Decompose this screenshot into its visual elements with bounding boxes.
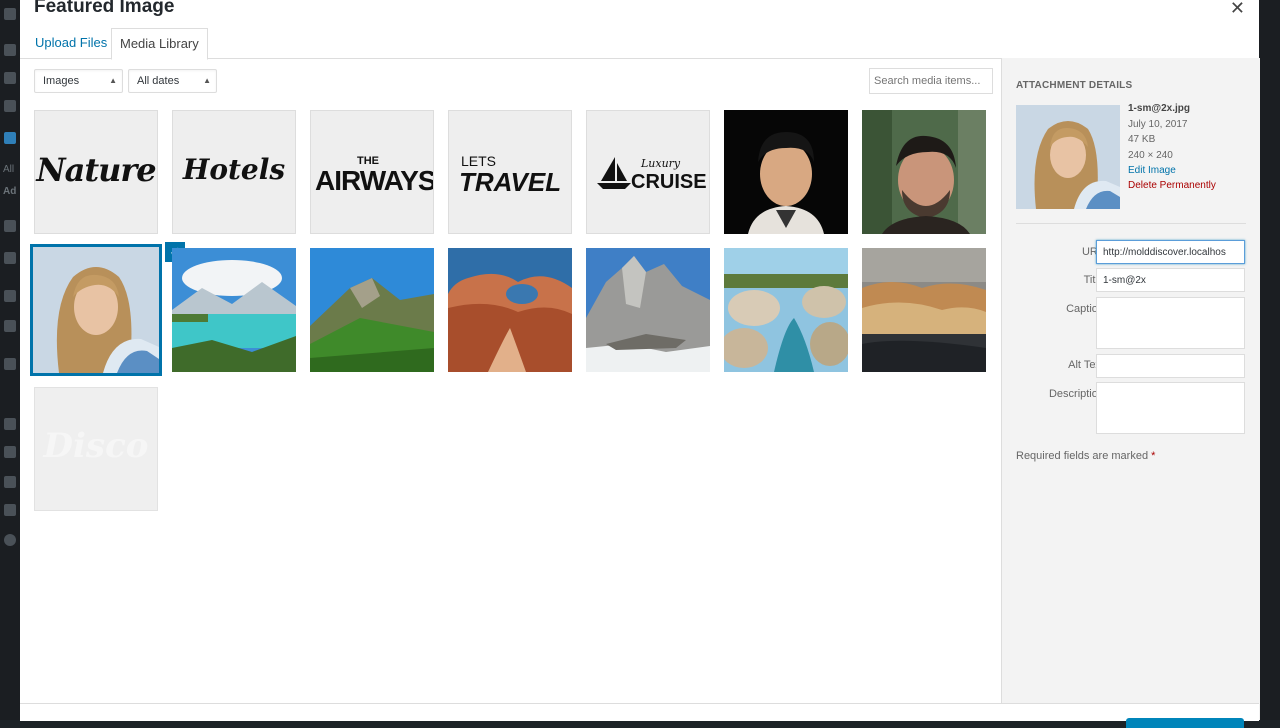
media-item-cruise-logo[interactable]: Luxury CRUISE: [586, 110, 710, 234]
attachment-filesize: 47 KB: [1128, 134, 1156, 145]
required-fields-note: Required fields are marked *: [1016, 450, 1155, 462]
edit-image-link[interactable]: Edit Image: [1128, 165, 1176, 176]
attachment-details-heading: ATTACHMENT DETAILS: [1016, 80, 1133, 91]
comments-icon[interactable]: [4, 220, 16, 232]
media-item-nature-logo[interactable]: Nature: [34, 110, 158, 234]
attachment-filename: 1-sm@2x.jpg: [1128, 103, 1190, 114]
media-item-red-rock-arch[interactable]: [448, 248, 572, 372]
media-item-hotels-logo[interactable]: Hotels: [172, 110, 296, 234]
media-item-travel-logo[interactable]: LETS TRAVEL: [448, 110, 572, 234]
media-item-rocky-shore[interactable]: [862, 248, 986, 372]
red-rock-arch-image: [448, 248, 572, 372]
media-item-airways-logo[interactable]: THE AIRWAYS: [310, 110, 434, 234]
attachment-dimensions: 240 × 240: [1128, 150, 1173, 161]
users-icon[interactable]: [4, 132, 16, 144]
modal-tabs: Upload Files Media Library: [20, 28, 1259, 60]
modal-footer: [20, 703, 1259, 728]
logo-text: Disco: [43, 426, 149, 466]
admin-label-ad[interactable]: Ad: [3, 186, 16, 197]
logo-text: Hotels: [182, 153, 286, 186]
logo-text: Nature: [36, 151, 156, 189]
modal-title: Featured Image: [34, 0, 175, 17]
grid-icon[interactable]: [4, 504, 16, 516]
bearded-man-image: [862, 110, 986, 234]
admin-label-all[interactable]: All: [3, 164, 14, 175]
user-icon[interactable]: [4, 418, 16, 430]
wrench-icon[interactable]: [4, 446, 16, 458]
alt-text-field[interactable]: [1096, 354, 1245, 378]
url-field[interactable]: [1096, 240, 1245, 264]
delete-permanently-link[interactable]: Delete Permanently: [1128, 180, 1216, 191]
heart-icon[interactable]: [4, 476, 16, 488]
details-divider: [1016, 223, 1246, 224]
media-type-filter[interactable]: Images ▲: [34, 69, 123, 93]
attachment-date: July 10, 2017: [1128, 119, 1188, 130]
media-item-man-portrait[interactable]: [724, 110, 848, 234]
admin-menu: All Ad: [0, 0, 20, 720]
description-field[interactable]: [1096, 382, 1245, 434]
tools-icon[interactable]: [4, 358, 16, 370]
logo-small-text: Luxury: [641, 157, 681, 170]
chevron-updown-icon: ▲: [109, 76, 117, 85]
mail-icon[interactable]: [4, 252, 16, 264]
logo-text: AIRWAYS: [315, 165, 434, 196]
attachment-thumbnail: [1016, 105, 1120, 209]
attachment-details-sidebar: ATTACHMENT DETAILS 1-sm@2x.jpg July 10, …: [1001, 58, 1260, 720]
close-icon[interactable]: ✕: [1230, 0, 1245, 17]
media-item-discover-logo[interactable]: Disco: [34, 387, 158, 511]
man-portrait-image: [724, 110, 848, 234]
woman-portrait-image: [33, 247, 159, 373]
appearance-icon[interactable]: [4, 290, 16, 302]
title-field[interactable]: [1096, 268, 1245, 292]
chevron-updown-icon: ▲: [203, 76, 211, 85]
media-item-green-mountain[interactable]: [310, 248, 434, 372]
logo-text: TRAVEL: [459, 167, 562, 197]
river-rocks-image: [724, 248, 848, 372]
tab-media-library[interactable]: Media Library: [111, 28, 208, 60]
backdrop-edge: [1259, 0, 1280, 720]
rocky-shore-image: [862, 248, 986, 372]
posts-icon[interactable]: [4, 72, 16, 84]
required-star: *: [1151, 450, 1156, 462]
collapse-icon[interactable]: [4, 534, 16, 546]
lake-mountains-image: [172, 248, 296, 372]
media-item-river-rocks[interactable]: [724, 248, 848, 372]
media-item-woman-portrait[interactable]: [30, 244, 162, 376]
dashboard-icon[interactable]: [4, 8, 16, 20]
media-item-grey-peaks[interactable]: [586, 248, 710, 372]
media-modal: Featured Image ✕ Upload Files Media Libr…: [20, 0, 1260, 728]
media-item-lake-mountains[interactable]: [172, 248, 296, 372]
grey-peaks-image: [586, 248, 710, 372]
required-fields-text: Required fields are marked: [1016, 450, 1149, 462]
sailboat-icon: [597, 157, 631, 189]
logo-text: CRUISE: [631, 171, 707, 193]
caption-field[interactable]: [1096, 297, 1245, 349]
media-icon[interactable]: [4, 100, 16, 112]
date-filter-value: All dates: [137, 75, 180, 87]
search-input[interactable]: [869, 68, 993, 94]
media-item-bearded-man[interactable]: [862, 110, 986, 234]
tab-upload-files[interactable]: Upload Files: [27, 28, 115, 57]
pin-icon[interactable]: [4, 44, 16, 56]
woman-portrait-thumbnail: [1016, 105, 1120, 209]
date-filter[interactable]: All dates ▲: [128, 69, 217, 93]
green-mountain-image: [310, 248, 434, 372]
media-type-filter-value: Images: [43, 75, 80, 87]
plugins-icon[interactable]: [4, 320, 16, 332]
